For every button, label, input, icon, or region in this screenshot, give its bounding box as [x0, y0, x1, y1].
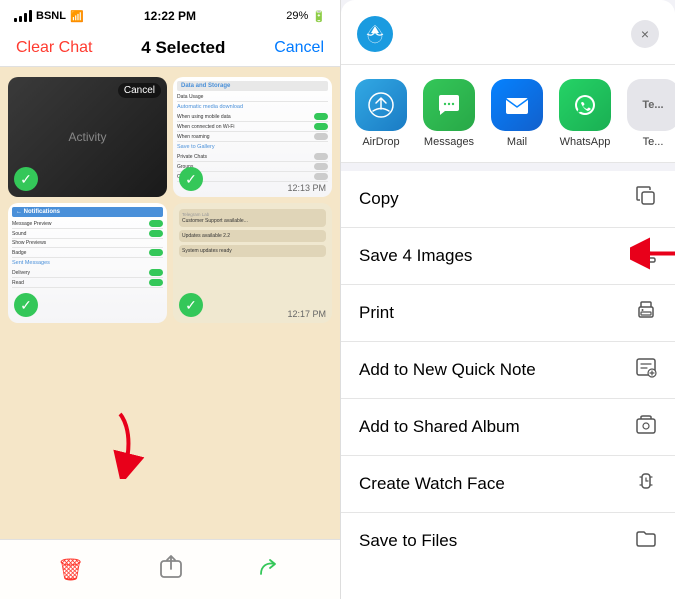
delete-button[interactable]: 🗑 [57, 557, 85, 583]
save-icon [635, 242, 657, 270]
watchface-icon [635, 470, 657, 498]
mail-label: Mail [507, 136, 527, 148]
thumbnail-1[interactable]: Cancel Activity ✓ [8, 77, 167, 197]
bottom-toolbar: 🗑 [0, 539, 340, 599]
selected-count: 4 Selected [141, 38, 225, 58]
thumbnail-3[interactable]: ← Notifications Message Preview Sound Sh… [8, 203, 167, 323]
forward-button[interactable] [257, 554, 283, 586]
action-save-label: Save 4 Images [359, 246, 472, 266]
thumb2-time: 12:13 PM [287, 183, 326, 193]
cancel-btn-1[interactable]: Cancel [118, 83, 161, 98]
thumb4-content: Telegram Lab Customer Support available.… [173, 203, 332, 263]
wifi-icon: 📶 [70, 10, 84, 23]
action-savefiles[interactable]: Save to Files [341, 513, 675, 569]
share-airdrop[interactable]: AirDrop [351, 79, 411, 148]
share-more[interactable]: Te... Te... [623, 79, 675, 148]
thumbnail-2[interactable]: Data and Storage Data Usage Automatic me… [173, 77, 332, 197]
share-button[interactable] [158, 553, 184, 586]
thumb4-time: 12:17 PM [287, 309, 326, 319]
share-app-icon [357, 16, 393, 52]
share-close-button[interactable]: × [631, 20, 659, 48]
airdrop-label: AirDrop [362, 136, 399, 148]
action-savefiles-label: Save to Files [359, 531, 457, 551]
action-print[interactable]: Print [341, 285, 675, 342]
status-bar: BSNL 📶 12:22 PM 29% 🔋 [0, 0, 340, 30]
action-list: Copy Save 4 Images [341, 171, 675, 599]
share-mail[interactable]: Mail [487, 79, 547, 148]
signal-bars [14, 10, 32, 22]
action-sharedalbum-label: Add to Shared Album [359, 417, 520, 437]
chat-area: Cancel Activity ✓ Data and Storage Data … [0, 67, 340, 539]
share-messages[interactable]: Messages [419, 79, 479, 148]
thumb1-label: Activity [68, 130, 106, 144]
action-copy-label: Copy [359, 189, 399, 209]
thumb3-content: ← Notifications Message Preview Sound Sh… [8, 203, 167, 292]
clear-chat-button[interactable]: Clear Chat [16, 39, 92, 57]
action-watchface[interactable]: Create Watch Face [341, 456, 675, 513]
more-label: Te... [643, 136, 664, 148]
status-left: BSNL 📶 [14, 10, 84, 23]
print-icon [635, 299, 657, 327]
sharedalbum-icon [635, 413, 657, 441]
messages-label: Messages [424, 136, 474, 148]
down-arrow-overlay [100, 409, 155, 484]
quicknote-icon [635, 356, 657, 384]
check-3: ✓ [14, 293, 38, 317]
battery-icon: 🔋 [312, 10, 326, 23]
thumbnail-4[interactable]: Telegram Lab Customer Support available.… [173, 203, 332, 323]
whatsapp-icon [559, 79, 611, 131]
action-quicknote[interactable]: Add to New Quick Note [341, 342, 675, 399]
action-save[interactable]: Save 4 Images [341, 228, 675, 285]
share-header: × [341, 0, 675, 65]
check-4: ✓ [179, 293, 203, 317]
cancel-button[interactable]: Cancel [274, 39, 324, 57]
share-whatsapp[interactable]: WhatsApp [555, 79, 615, 148]
action-sharedalbum[interactable]: Add to Shared Album [341, 399, 675, 456]
savefiles-icon [635, 527, 657, 555]
check-2: ✓ [179, 167, 203, 191]
messages-icon [423, 79, 475, 131]
mail-icon [491, 79, 543, 131]
action-copy[interactable]: Copy [341, 171, 675, 228]
check-1: ✓ [14, 167, 38, 191]
action-watchface-label: Create Watch Face [359, 474, 505, 494]
airdrop-icon [355, 79, 407, 131]
top-bar: Clear Chat 4 Selected Cancel [0, 30, 340, 67]
status-right: 29% 🔋 [286, 10, 326, 23]
whatsapp-label: WhatsApp [560, 136, 611, 148]
images-grid: Cancel Activity ✓ Data and Storage Data … [0, 67, 340, 333]
action-quicknote-label: Add to New Quick Note [359, 360, 536, 380]
carrier-label: BSNL [36, 10, 66, 22]
copy-icon [635, 185, 657, 213]
left-panel: BSNL 📶 12:22 PM 29% 🔋 Clear Chat 4 Selec… [0, 0, 340, 599]
more-icon: Te... [627, 79, 675, 131]
action-print-label: Print [359, 303, 394, 323]
close-icon: × [641, 26, 649, 42]
battery-label: 29% [286, 10, 308, 22]
right-panel: × AirDrop Messa [340, 0, 675, 599]
share-apps-row: AirDrop Messages Mail [341, 65, 675, 163]
status-time: 12:22 PM [144, 9, 196, 23]
